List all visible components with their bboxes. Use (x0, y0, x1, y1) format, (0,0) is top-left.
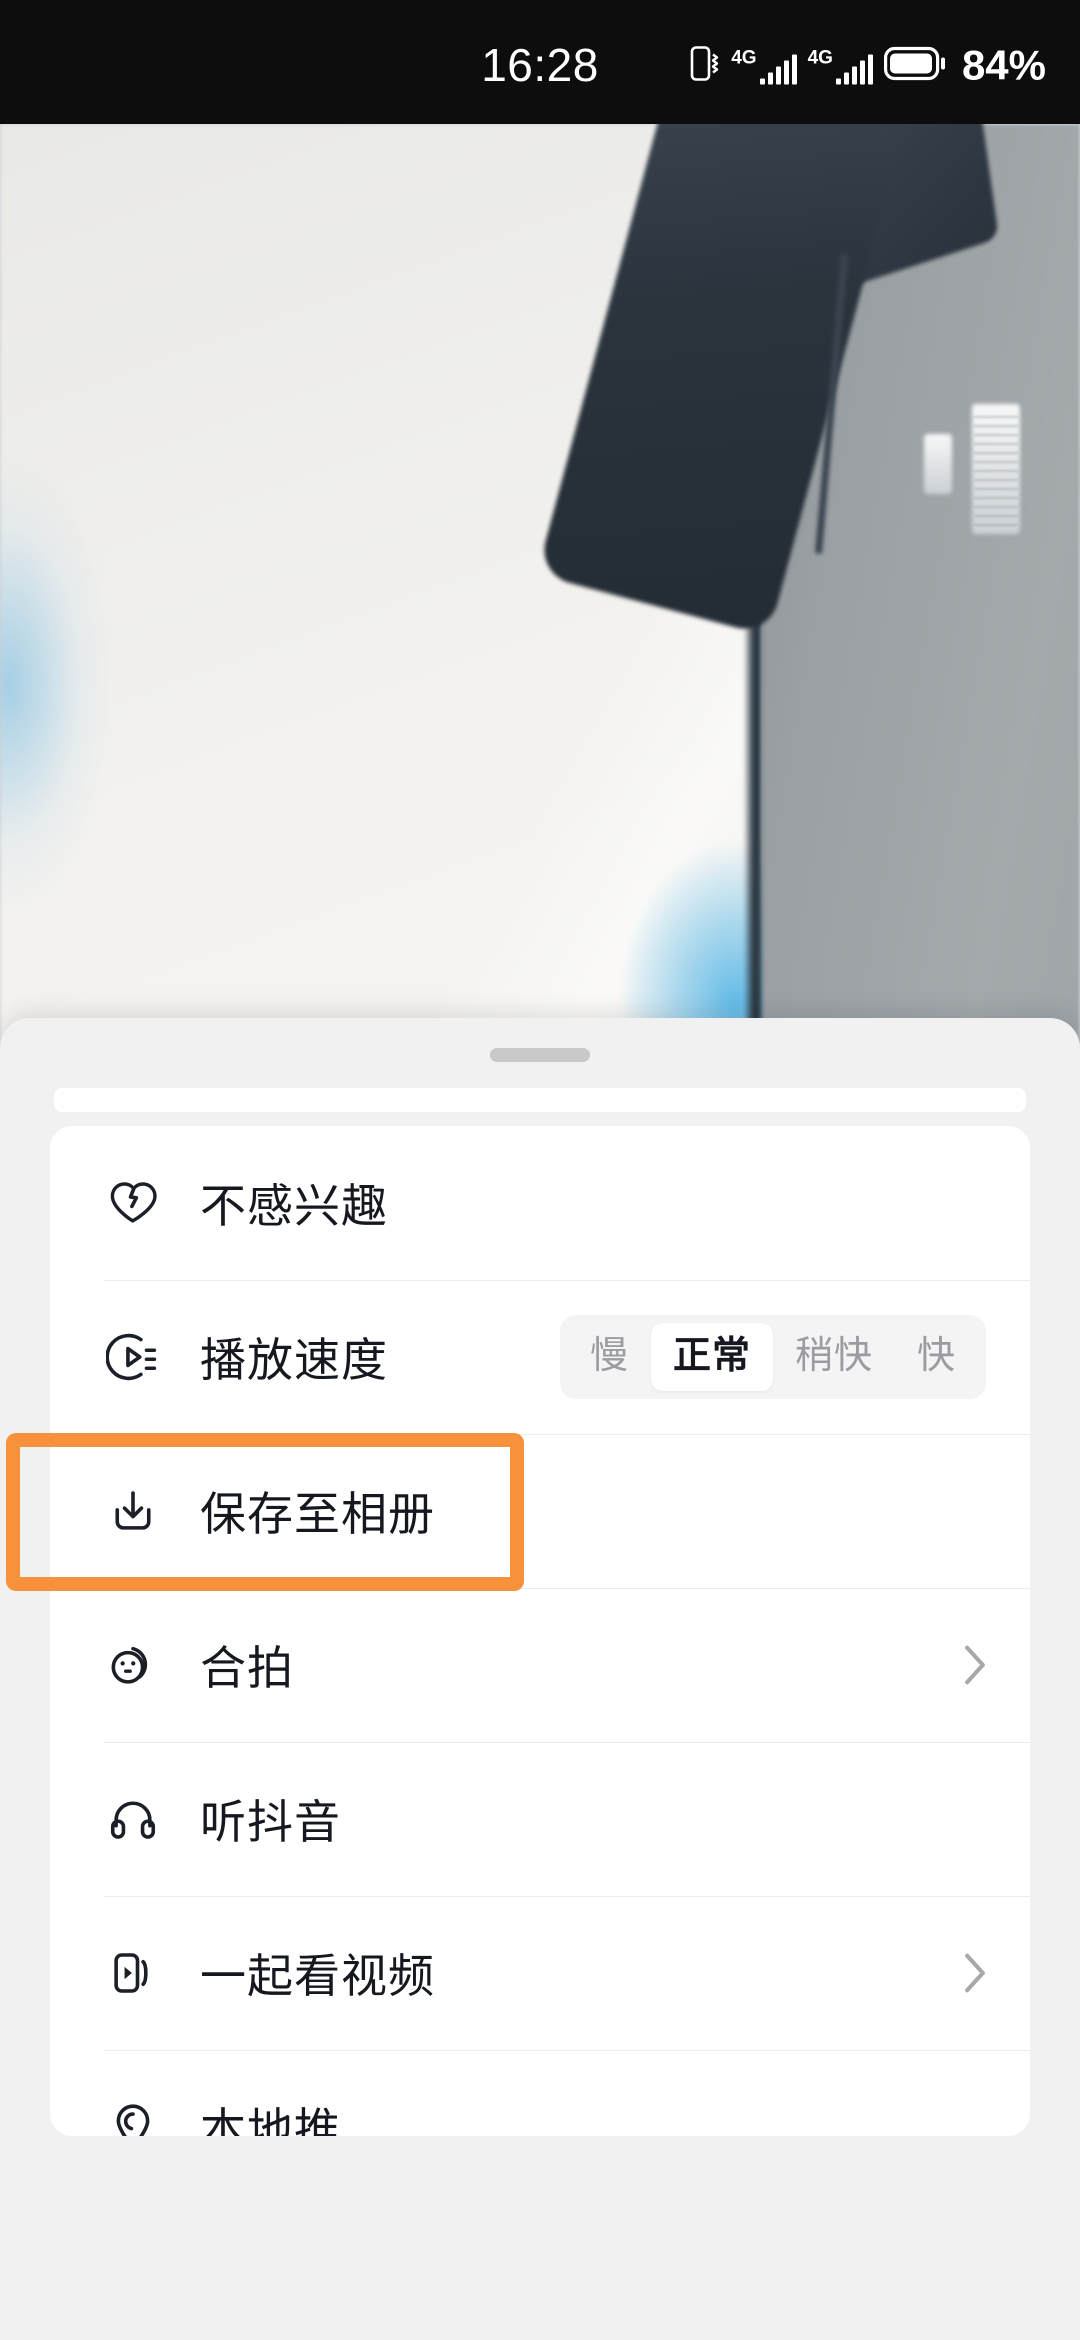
network-type-label-2: 4G (807, 47, 833, 68)
menu-item-watch-together[interactable]: 一起看视频 (50, 1896, 1030, 2050)
vibrate-icon (690, 44, 720, 89)
options-bottom-sheet: 不感兴趣 播放速度 慢 正常 稍快 快 保存至相册 合拍 听抖音 一起看视频 本… (0, 1018, 1080, 2340)
menu-item-save-to-album[interactable]: 保存至相册 (50, 1434, 1030, 1588)
options-menu-card: 不感兴趣 播放速度 慢 正常 稍快 快 保存至相册 合拍 听抖音 一起看视频 本… (50, 1126, 1030, 2136)
menu-item-duet[interactable]: 合拍 (50, 1588, 1030, 1742)
playback-speed-segmented-control[interactable]: 慢 正常 稍快 快 (559, 1315, 986, 1399)
battery-percentage: 84% (961, 41, 1046, 88)
signal-bars-1 (759, 54, 797, 84)
signal-indicator-sim1: 4G (731, 47, 797, 84)
signal-indicator-sim2: 4G (808, 48, 873, 84)
status-bar-indicators: 4G 4G 84% (690, 44, 1046, 89)
speed-option-fast[interactable]: 快 (895, 1323, 978, 1391)
menu-item-label: 不感兴趣 (200, 1180, 388, 1232)
menu-item-label: 本地推 (200, 2104, 341, 2136)
signal-bars-2 (835, 54, 873, 84)
sheet-drag-handle[interactable] (490, 1048, 590, 1062)
menu-item-playback-speed[interactable]: 播放速度 慢 正常 稍快 快 (50, 1280, 1030, 1434)
speed-option-normal[interactable]: 正常 (650, 1323, 773, 1391)
location-pin-icon (104, 2098, 162, 2136)
sheet-partial-card-above[interactable] (54, 1088, 1026, 1112)
chevron-right-icon (960, 1638, 990, 1692)
broken-heart-icon (104, 1174, 162, 1232)
watch-together-icon (104, 1944, 162, 2002)
menu-item-label: 合拍 (200, 1642, 294, 1694)
speed-option-slightly-fast[interactable]: 稍快 (773, 1323, 895, 1391)
menu-item-local-promo[interactable]: 本地推 (50, 2050, 1030, 2136)
menu-item-listen-douyin[interactable]: 听抖音 (50, 1742, 1030, 1896)
headphones-icon (104, 1790, 162, 1848)
status-bar-clock: 16:28 (481, 39, 599, 91)
menu-item-label: 一起看视频 (200, 1950, 435, 2002)
battery-icon (883, 46, 946, 86)
network-type-label-1: 4G (731, 47, 757, 68)
menu-item-label: 保存至相册 (200, 1488, 435, 1540)
wall-vent-slats (974, 416, 1018, 528)
menu-item-label: 听抖音 (200, 1796, 341, 1848)
duet-faces-icon (104, 1636, 162, 1694)
download-icon (104, 1482, 162, 1540)
status-bar: 16:28 4G 4G 84% (0, 0, 1080, 124)
menu-item-not-interested[interactable]: 不感兴趣 (50, 1126, 1030, 1280)
playback-speed-icon (104, 1328, 162, 1386)
speed-option-slow[interactable]: 慢 (568, 1323, 651, 1391)
chevron-right-icon (960, 1946, 990, 2000)
menu-item-label: 播放速度 (200, 1334, 388, 1386)
wall-vent-small (924, 434, 952, 494)
phone-screen: 16:28 4G 4G 84% 不感兴趣 播放速度 慢 正常 稍快 快 保存至相… (0, 0, 1080, 2340)
